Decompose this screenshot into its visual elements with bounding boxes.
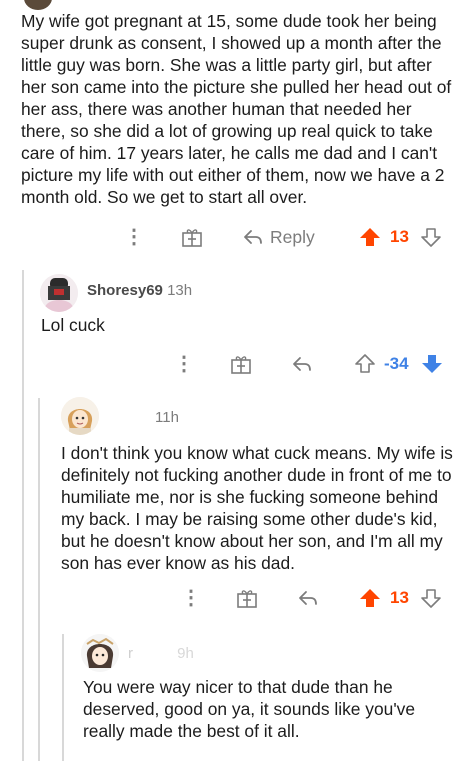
- avatar[interactable]: [81, 634, 119, 672]
- thread-line[interactable]: [38, 398, 40, 761]
- more-icon[interactable]: ⋮: [124, 224, 144, 250]
- upvote-icon[interactable]: [359, 224, 381, 250]
- comment-body: I don't think you know what cuck means. …: [61, 443, 453, 573]
- username[interactable]: Shoresy69: [87, 282, 163, 299]
- comment-author: 11h: [155, 409, 179, 426]
- comment-actions: ⋮ Reply 13: [0, 224, 460, 250]
- gift-icon[interactable]: [181, 224, 203, 250]
- comment-body: Lol cuck: [41, 315, 105, 335]
- vote-score: 13: [390, 227, 409, 246]
- vote-score: -34: [384, 354, 409, 373]
- more-icon[interactable]: ⋮: [174, 351, 194, 377]
- downvote-icon[interactable]: [421, 351, 443, 377]
- comment-actions: ⋮ -34: [0, 351, 460, 377]
- comment-body: My wife got pregnant at 15, some dude to…: [21, 11, 452, 207]
- reply-icon: [244, 230, 262, 244]
- vote-score: 13: [390, 588, 409, 607]
- top-avatar[interactable]: [24, 0, 52, 10]
- comment-author: r 9h: [128, 645, 194, 662]
- reply-icon[interactable]: [297, 585, 319, 611]
- gift-icon[interactable]: [230, 351, 252, 377]
- upvote-icon[interactable]: [359, 585, 381, 611]
- downvote-icon[interactable]: [420, 585, 442, 611]
- timestamp: 13h: [167, 282, 193, 299]
- reply-icon[interactable]: [291, 351, 313, 377]
- reply-label: Reply: [270, 226, 315, 247]
- comment-actions: ⋮ 13: [0, 585, 460, 611]
- thread-line[interactable]: [62, 634, 64, 761]
- downvote-icon[interactable]: [420, 224, 442, 250]
- username[interactable]: r: [128, 645, 133, 662]
- reply-button[interactable]: Reply: [242, 224, 315, 250]
- thread-line[interactable]: [22, 270, 24, 761]
- upvote-icon[interactable]: [354, 351, 376, 377]
- comment-body: You were way nicer to that dude than he …: [83, 677, 416, 741]
- more-icon[interactable]: ⋮: [181, 585, 201, 611]
- gift-icon[interactable]: [236, 585, 258, 611]
- comment-author: Shoresy69 13h: [87, 282, 192, 299]
- avatar[interactable]: [40, 274, 78, 312]
- timestamp: 9h: [177, 645, 194, 662]
- timestamp: 11h: [155, 409, 179, 426]
- avatar[interactable]: [61, 397, 99, 435]
